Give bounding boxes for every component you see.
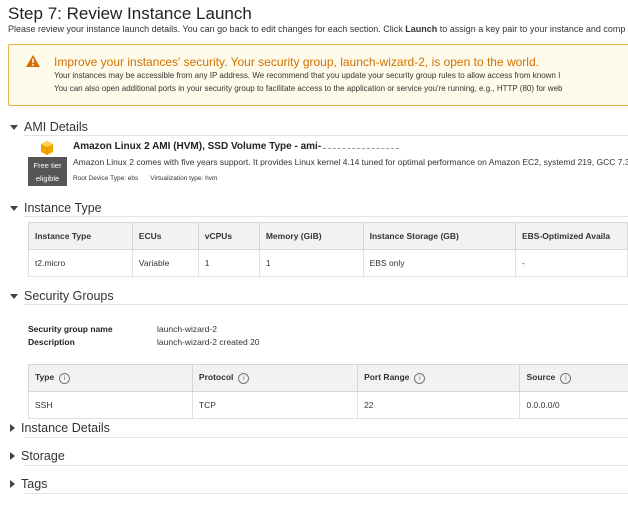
warning-icon [26,55,40,67]
table-row: t2.micro Variable 1 1 EBS only - [28,249,628,277]
section-ami-details-label: AMI Details [24,120,88,134]
ami-meta: Root Device Type: ebs Virtualization type… [73,175,217,182]
section-instance-type[interactable]: Instance Type [10,201,102,215]
section-tags[interactable]: Tags [10,477,47,491]
table-cell: 1 [197,249,260,277]
section-storage-label: Storage [21,449,65,463]
warning-title: Improve your instances' security. Your s… [54,55,539,69]
column-header-label: Protocol [198,372,234,383]
section-divider [24,465,628,466]
column-header-protocol[interactable]: Protocol i [191,364,359,392]
table-header-row: Instance Type ECUs vCPUs Memory (GiB) In… [28,222,628,250]
column-header[interactable]: Instance Type [28,222,133,250]
section-instance-type-label: Instance Type [24,201,102,215]
info-icon[interactable]: i [560,372,572,384]
ami-id-redacted [323,141,400,149]
root-device-type: Root Device Type: ebs [73,175,139,182]
table-cell: t2.micro [28,249,133,277]
caret-down-icon [10,293,18,299]
table-cell: 1 [258,249,364,277]
column-header[interactable]: Memory (GiB) [258,222,364,250]
section-security-groups-label: Security Groups [24,289,114,303]
free-tier-badge: Free tier eligible [28,157,67,186]
warning-line-2: You can also open additional ports in yo… [54,84,563,93]
table-cell: TCP [191,391,359,419]
section-divider [24,437,628,438]
table-cell: 22 [357,391,521,419]
ami-name-text: Amazon Linux 2 AMI (HVM), SSD Volume Typ… [73,141,322,152]
caret-right-icon [10,480,15,488]
warning-line-1: Your instances may be accessible from an… [54,71,561,80]
column-header[interactable]: ECUs [131,222,199,250]
table-cell: 0.0.0.0/0 [519,391,628,419]
virtualization-type: Virtualization type: hvm [150,175,218,182]
column-header-type[interactable]: Type i [28,364,193,392]
ami-description: Amazon Linux 2 comes with five years sup… [73,157,628,167]
ami-name: Amazon Linux 2 AMI (HVM), SSD Volume Typ… [73,141,400,152]
info-icon[interactable]: i [238,372,250,384]
column-header[interactable]: vCPUs [197,222,260,250]
security-group-description-value: launch-wizard-2 created 20 [157,337,260,347]
table-cell: SSH [28,391,193,419]
column-header[interactable]: EBS-Optimized Availa [514,222,628,250]
free-tier-eligible-label: eligible [35,174,60,183]
amazon-linux-cube-icon [41,141,53,155]
column-header[interactable]: Instance Storage (GB) [362,222,516,250]
table-header-row: Type i Protocol i Port Range i Source i [28,364,628,392]
security-group-name-label: Security group name [28,324,113,334]
caret-down-icon [10,205,18,211]
section-security-groups[interactable]: Security Groups [10,289,114,303]
caret-down-icon [10,124,18,130]
column-header-port-range[interactable]: Port Range i [357,364,521,392]
column-header-source[interactable]: Source i [519,364,628,392]
page-subtitle: Please review your instance launch detai… [8,24,625,34]
table-row: SSH TCP 22 0.0.0.0/0 [28,391,628,419]
section-divider [24,304,628,305]
instance-type-table: Instance Type ECUs vCPUs Memory (GiB) In… [28,222,628,277]
info-icon[interactable]: i [59,372,71,384]
caret-right-icon [10,424,15,432]
caret-right-icon [10,452,15,460]
table-cell: - [514,249,628,277]
section-instance-details[interactable]: Instance Details [10,421,110,435]
table-cell: Variable [131,249,199,277]
column-header-label: Port Range [364,372,410,383]
info-icon[interactable]: i [414,372,426,384]
column-header-label: Type [35,372,55,383]
security-group-name-value: launch-wizard-2 [157,324,217,334]
section-divider [24,216,628,217]
security-group-description-label: Description [28,337,75,347]
security-group-rules-table: Type i Protocol i Port Range i Source i SSH … [28,364,628,419]
column-header-label: Source [526,372,556,383]
page-title: Step 7: Review Instance Launch [8,4,252,23]
section-divider [24,135,628,136]
subtitle-launch-emphasis: Launch [405,24,438,34]
table-cell: EBS only [362,249,516,277]
section-instance-details-label: Instance Details [21,421,110,435]
section-ami-details[interactable]: AMI Details [10,120,88,134]
free-tier-label: Free tier [33,161,62,170]
section-tags-label: Tags [21,477,48,491]
subtitle-text: Please review your instance launch detai… [8,24,406,34]
section-storage[interactable]: Storage [10,449,65,463]
section-divider [24,493,628,494]
subtitle-text-end: to assign a key pair to your instance an… [437,24,626,34]
